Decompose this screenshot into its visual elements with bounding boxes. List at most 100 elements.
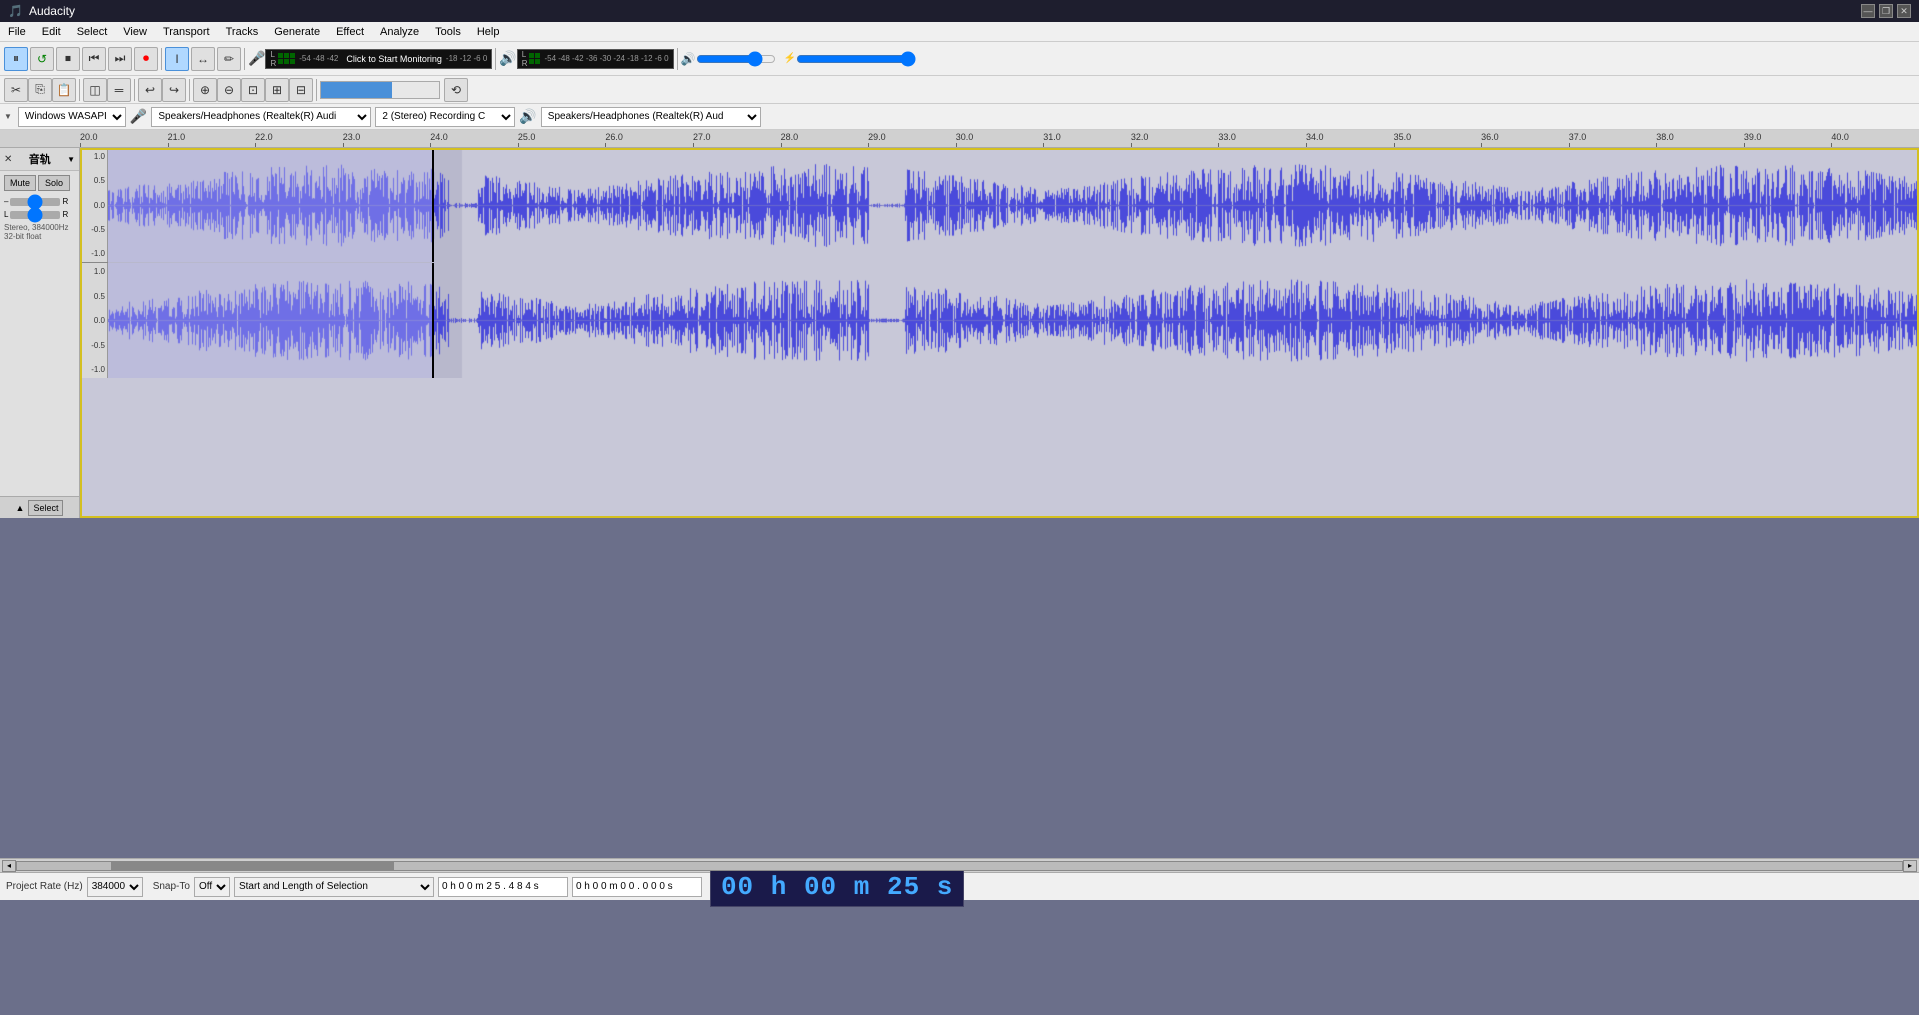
separator-7 <box>189 79 190 101</box>
track-info: Stereo, 384000Hz 32-bit float <box>0 221 79 243</box>
output-device-select[interactable]: Speakers/Headphones (Realtek(R) Aud <box>541 107 761 127</box>
scroll-left-button[interactable]: ◂ <box>2 860 16 872</box>
menu-file[interactable]: File <box>0 24 34 40</box>
snap-to-select[interactable]: Off On <box>194 877 230 897</box>
restore-button[interactable]: ❐ <box>1879 4 1893 18</box>
select-button[interactable]: Select <box>28 500 63 516</box>
project-rate-select[interactable]: 384000 44100 48000 <box>87 877 143 897</box>
channels-select[interactable]: 2 (Stereo) Recording C <box>375 107 515 127</box>
trim-button[interactable]: ◫ <box>83 78 107 102</box>
amp-0-0: 0.0 <box>82 201 105 210</box>
ruler-tick-18: 38.0 <box>1656 132 1674 142</box>
playback-volume-slider[interactable] <box>696 53 776 65</box>
zoom-out-button[interactable]: ⊖ <box>217 78 241 102</box>
redo-button[interactable]: ↪ <box>162 78 186 102</box>
waveform-canvas-upper[interactable] <box>108 148 1919 263</box>
menu-analyze[interactable]: Analyze <box>372 24 427 40</box>
scroll-right-button[interactable]: ▸ <box>1903 860 1917 872</box>
tools-toolbar: I ↔ ✏ <box>165 47 241 71</box>
track-menu-arrow[interactable]: ▼ <box>67 155 75 164</box>
mute-button[interactable]: Mute <box>4 175 36 191</box>
ruler-tick-9: 29.0 <box>868 132 886 142</box>
upper-channel-waveform: 1.0 0.5 0.0 -0.5 -1.0 <box>80 148 1919 263</box>
draw-tool[interactable]: ✏ <box>217 47 241 71</box>
menu-tools[interactable]: Tools <box>427 24 469 40</box>
paste-button[interactable]: 📋 <box>52 78 76 102</box>
stop-button[interactable]: ⏹ <box>56 47 80 71</box>
prev-button[interactable]: ⏮ <box>82 47 106 71</box>
zoom-fit-button[interactable]: ⊞ <box>265 78 289 102</box>
host-select[interactable]: Windows WASAPI <box>18 107 126 127</box>
separator-4 <box>677 48 678 70</box>
zoom-fit-v-button[interactable]: ⊟ <box>289 78 313 102</box>
close-button[interactable]: ✕ <box>1897 4 1911 18</box>
record-button[interactable]: ⏺ <box>134 47 158 71</box>
track-collapse-icon[interactable]: ▲ <box>16 503 25 513</box>
toolbar-row-2: ✂ ⎘ 📋 ◫ ═ ↩ ↪ ⊕ ⊖ ⊡ ⊞ ⊟ ⟲ <box>0 76 1919 104</box>
ruler-tick-2: 22.0 <box>255 132 273 142</box>
ruler-tick-16: 36.0 <box>1481 132 1499 142</box>
minimize-button[interactable]: — <box>1861 4 1875 18</box>
record-lr-label: LR <box>270 50 276 68</box>
zoom-in-button[interactable]: ⊕ <box>193 78 217 102</box>
menu-help[interactable]: Help <box>469 24 508 40</box>
timeline-ruler[interactable]: 20.021.022.023.024.025.026.027.028.029.0… <box>0 130 1919 148</box>
ruler-tick-11: 31.0 <box>1043 132 1061 142</box>
click-to-monitor[interactable]: Click to Start Monitoring <box>346 54 442 64</box>
gain-r-label: R <box>62 197 68 206</box>
ruler-tick-6: 26.0 <box>605 132 623 142</box>
amp-0-5: 0.5 <box>82 176 105 185</box>
ruler-tick-3: 23.0 <box>343 132 361 142</box>
db-scale-playback: -54 -48 -42 -36 -30 -24 -18 -12 -6 0 <box>544 54 668 63</box>
ruler-tick-13: 33.0 <box>1218 132 1236 142</box>
amp2-0-5: 0.5 <box>82 292 105 301</box>
solo-button[interactable]: Solo <box>38 175 70 191</box>
h-scrollbar-track[interactable] <box>16 861 1903 871</box>
menu-select[interactable]: Select <box>69 24 116 40</box>
menu-edit[interactable]: Edit <box>34 24 69 40</box>
input-device-select[interactable]: Speakers/Headphones (Realtek(R) Audi <box>151 107 371 127</box>
record-meter-l <box>278 53 295 58</box>
waveform-area[interactable]: 1.0 0.5 0.0 -0.5 -1.0 1.0 0.5 <box>80 148 1919 518</box>
waveform-canvas-lower[interactable] <box>108 263 1919 378</box>
zoom-selection-button[interactable]: ⊡ <box>241 78 265 102</box>
copy-button[interactable]: ⎘ <box>28 78 52 102</box>
gain-icon: 🔊 <box>681 52 696 66</box>
pan-slider[interactable] <box>10 211 60 219</box>
loop-region-button[interactable]: ⟲ <box>444 78 468 102</box>
selection-length-input[interactable] <box>572 877 702 897</box>
pause-button[interactable]: ⏸ <box>4 47 28 71</box>
menu-view[interactable]: View <box>115 24 155 40</box>
output-icon: 🔊 <box>519 108 536 125</box>
cut-button[interactable]: ✂ <box>4 78 28 102</box>
menu-tracks[interactable]: Tracks <box>218 24 267 40</box>
selection-format-select[interactable]: Start and Length of Selection <box>234 877 434 897</box>
gain-slider[interactable] <box>10 198 60 206</box>
track-close-btn[interactable]: ✕ <box>4 154 12 165</box>
undo-button[interactable]: ↩ <box>138 78 162 102</box>
selection-start-input[interactable] <box>438 877 568 897</box>
cursor-tool[interactable]: I <box>165 47 189 71</box>
pan-row: L R <box>0 209 79 220</box>
menu-effect[interactable]: Effect <box>328 24 372 40</box>
pan-l-label: L <box>4 210 8 219</box>
snap-to-label: Snap-To <box>153 881 190 892</box>
envelope-tool[interactable]: ↔ <box>191 47 215 71</box>
time-display-value: 00 h 00 m 25 s <box>721 872 953 902</box>
ruler-tick-20: 40.0 <box>1831 132 1849 142</box>
silence-button[interactable]: ═ <box>107 78 131 102</box>
position-bar <box>320 81 440 99</box>
playback-speed-slider[interactable] <box>796 53 916 65</box>
ruler-tick-19: 39.0 <box>1744 132 1762 142</box>
loop-button[interactable]: ↺ <box>30 47 54 71</box>
separator-2 <box>244 48 245 70</box>
title-bar: 🎵 Audacity — ❐ ✕ <box>0 0 1919 22</box>
gain-l-label: – <box>4 197 8 206</box>
next-button[interactable]: ⏭ <box>108 47 132 71</box>
menu-generate[interactable]: Generate <box>266 24 328 40</box>
separator-1 <box>161 48 162 70</box>
menu-transport[interactable]: Transport <box>155 24 218 40</box>
device-toolbar: Windows WASAPI 🎤 Speakers/Headphones (Re… <box>0 104 1919 130</box>
h-scrollbar-thumb[interactable] <box>111 862 394 870</box>
main-area: ✕ 音轨 ▼ Mute Solo – R L R <box>0 148 1919 518</box>
